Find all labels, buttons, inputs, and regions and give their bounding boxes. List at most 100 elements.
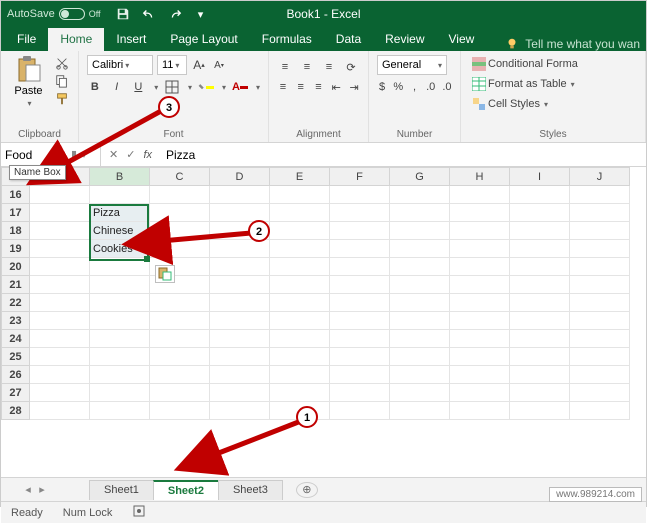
cell-D17[interactable] — [210, 204, 270, 222]
tab-data[interactable]: Data — [324, 28, 373, 51]
cell-E27[interactable] — [270, 384, 330, 402]
tab-view[interactable]: View — [437, 28, 487, 51]
align-middle-icon[interactable]: ≡ — [299, 59, 315, 75]
col-header-J[interactable]: J — [570, 168, 630, 186]
cell-J19[interactable] — [570, 240, 630, 258]
cell-B23[interactable] — [90, 312, 150, 330]
cell-I20[interactable] — [510, 258, 570, 276]
row-header-27[interactable]: 27 — [2, 384, 30, 402]
cell-A18[interactable] — [30, 222, 90, 240]
cell-I24[interactable] — [510, 330, 570, 348]
cell-B25[interactable] — [90, 348, 150, 366]
sheet-tab-sheet3[interactable]: Sheet3 — [218, 480, 283, 500]
cell-H20[interactable] — [450, 258, 510, 276]
cell-E24[interactable] — [270, 330, 330, 348]
cell-I23[interactable] — [510, 312, 570, 330]
cell-H24[interactable] — [450, 330, 510, 348]
cell-G20[interactable] — [390, 258, 450, 276]
autosave-switch-icon[interactable] — [59, 8, 85, 20]
cell-H28[interactable] — [450, 402, 510, 420]
currency-icon[interactable]: $ — [377, 79, 387, 95]
indent-increase-icon[interactable]: ⇥ — [348, 79, 360, 95]
cancel-icon[interactable]: ✕ — [109, 148, 118, 161]
cell-H16[interactable] — [450, 186, 510, 204]
cut-icon[interactable] — [54, 55, 70, 71]
row-header-28[interactable]: 28 — [2, 402, 30, 420]
col-header-E[interactable]: E — [270, 168, 330, 186]
col-header-D[interactable]: D — [210, 168, 270, 186]
row-header-20[interactable]: 20 — [2, 258, 30, 276]
cell-G16[interactable] — [390, 186, 450, 204]
indent-decrease-icon[interactable]: ⇤ — [330, 79, 342, 95]
cell-E21[interactable] — [270, 276, 330, 294]
fx-icon[interactable]: fx — [143, 149, 152, 161]
cell-A25[interactable] — [30, 348, 90, 366]
cell-B20[interactable] — [90, 258, 150, 276]
cell-G26[interactable] — [390, 366, 450, 384]
cell-I16[interactable] — [510, 186, 570, 204]
cell-I28[interactable] — [510, 402, 570, 420]
cell-I26[interactable] — [510, 366, 570, 384]
chevron-down-icon[interactable]: ▾ — [188, 83, 192, 92]
cell-C22[interactable] — [150, 294, 210, 312]
cell-E23[interactable] — [270, 312, 330, 330]
conditional-formatting-button[interactable]: Conditional Forma — [469, 55, 637, 73]
cell-I18[interactable] — [510, 222, 570, 240]
row-header-22[interactable]: 22 — [2, 294, 30, 312]
sheet-nav-prev-icon[interactable]: ◂ — [21, 483, 35, 496]
cell-H22[interactable] — [450, 294, 510, 312]
row-header-24[interactable]: 24 — [2, 330, 30, 348]
cell-E16[interactable] — [270, 186, 330, 204]
cell-H25[interactable] — [450, 348, 510, 366]
chevron-down-icon[interactable]: ▾ — [222, 83, 226, 92]
tab-formulas[interactable]: Formulas — [250, 28, 324, 51]
cell-J28[interactable] — [570, 402, 630, 420]
cell-E25[interactable] — [270, 348, 330, 366]
chevron-down-icon[interactable]: ▾ — [27, 99, 31, 108]
cell-J20[interactable] — [570, 258, 630, 276]
orientation-icon[interactable]: ⟳ — [343, 59, 359, 75]
cell-B22[interactable] — [90, 294, 150, 312]
cell-styles-button[interactable]: Cell Styles▾ — [469, 95, 637, 113]
col-header-H[interactable]: H — [450, 168, 510, 186]
cell-H27[interactable] — [450, 384, 510, 402]
cell-J21[interactable] — [570, 276, 630, 294]
paste-button[interactable]: Paste ▾ — [9, 55, 48, 108]
increase-font-icon[interactable]: A▴ — [191, 57, 207, 73]
cell-E17[interactable] — [270, 204, 330, 222]
fill-color-icon[interactable] — [198, 79, 214, 95]
cell-F23[interactable] — [330, 312, 390, 330]
sheet-nav-next-icon[interactable]: ▸ — [35, 483, 49, 496]
cell-A20[interactable] — [30, 258, 90, 276]
row-header-17[interactable]: 17 — [2, 204, 30, 222]
comma-icon[interactable]: , — [409, 79, 419, 95]
chevron-down-icon[interactable]: ▾ — [175, 61, 179, 70]
cell-I19[interactable] — [510, 240, 570, 258]
cell-A21[interactable] — [30, 276, 90, 294]
cell-J23[interactable] — [570, 312, 630, 330]
decrease-decimal-icon[interactable]: .0 — [442, 79, 452, 95]
cell-H17[interactable] — [450, 204, 510, 222]
cell-I25[interactable] — [510, 348, 570, 366]
cell-D24[interactable] — [210, 330, 270, 348]
align-top-icon[interactable]: ≡ — [277, 59, 293, 75]
worksheet-grid[interactable]: ABCDEFGHIJ1617Pizza18Chinese19Cookies202… — [1, 167, 646, 477]
format-painter-icon[interactable] — [54, 91, 70, 107]
cell-G25[interactable] — [390, 348, 450, 366]
sheet-table[interactable]: ABCDEFGHIJ1617Pizza18Chinese19Cookies202… — [1, 167, 630, 420]
cell-D27[interactable] — [210, 384, 270, 402]
italic-button[interactable]: I — [109, 79, 125, 95]
cell-A26[interactable] — [30, 366, 90, 384]
cell-F22[interactable] — [330, 294, 390, 312]
cell-C28[interactable] — [150, 402, 210, 420]
cell-D21[interactable] — [210, 276, 270, 294]
cell-D18[interactable] — [210, 222, 270, 240]
cell-E18[interactable] — [270, 222, 330, 240]
cell-D25[interactable] — [210, 348, 270, 366]
cell-D20[interactable] — [210, 258, 270, 276]
col-header-I[interactable]: I — [510, 168, 570, 186]
undo-icon[interactable] — [141, 6, 157, 22]
cell-F16[interactable] — [330, 186, 390, 204]
cell-J24[interactable] — [570, 330, 630, 348]
col-header-B[interactable]: B — [90, 168, 150, 186]
